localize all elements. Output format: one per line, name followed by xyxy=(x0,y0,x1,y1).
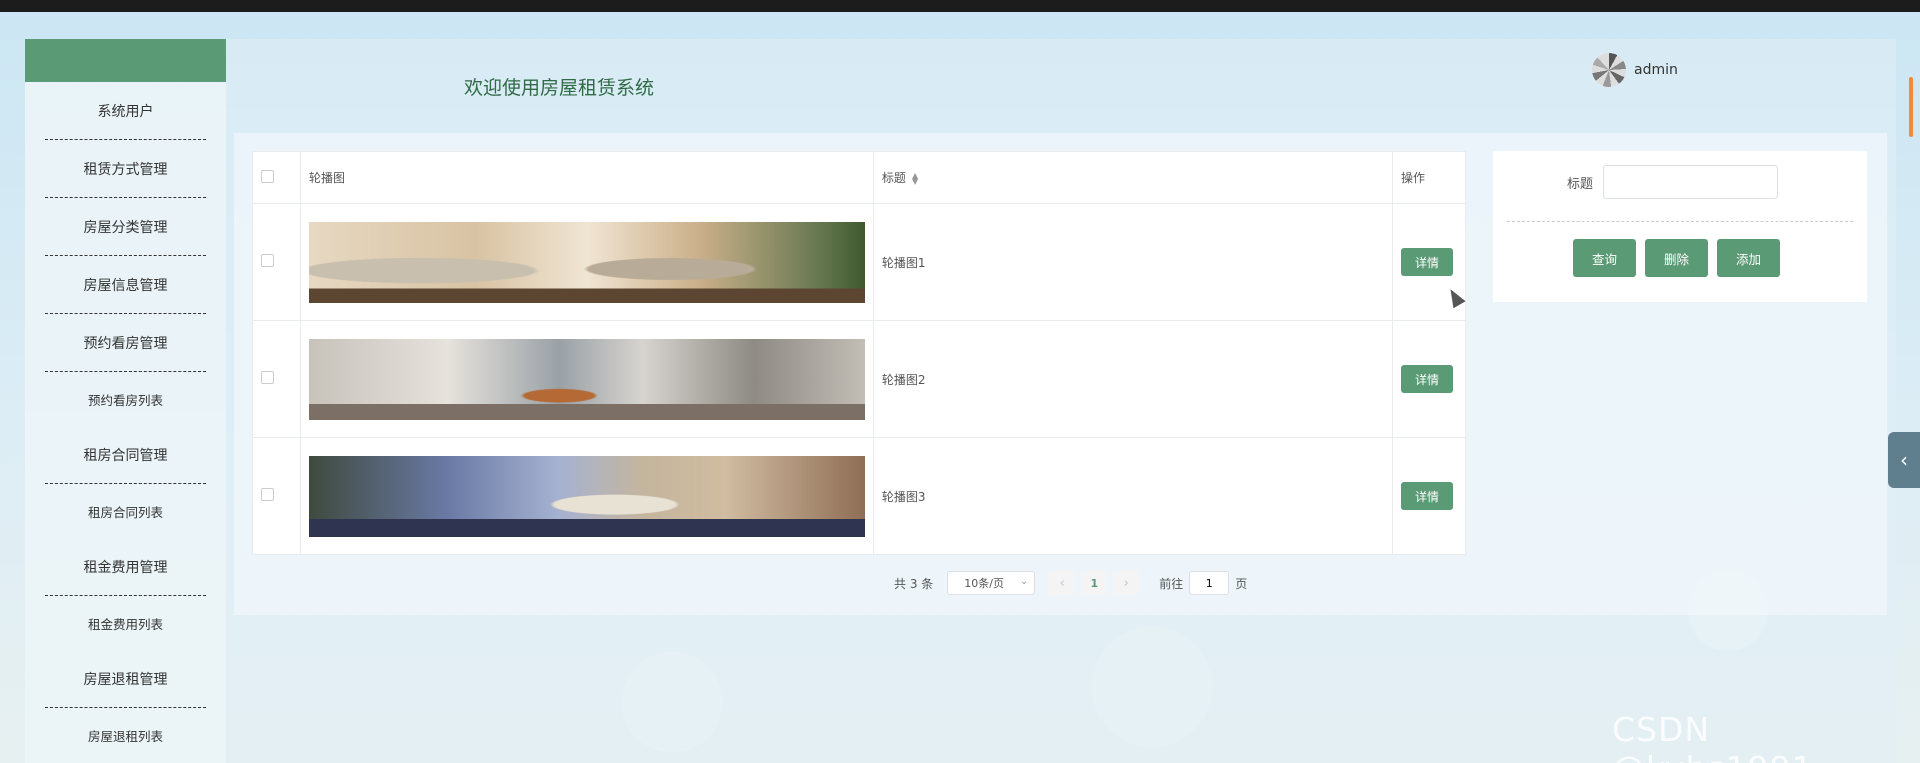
search-title-input[interactable] xyxy=(1603,165,1779,199)
search-panel: 标题 查询 删除 添加 xyxy=(1493,151,1867,302)
sidebar-header xyxy=(25,39,226,82)
content-panel: 轮播图 标题 ▲ ▼ 操作 轮播图1 详情 轮播图2 详情 轮播图3 详情 共 … xyxy=(234,133,1887,615)
table-row: 轮播图3 详情 xyxy=(252,437,1466,555)
sidebar-menu: 系统用户 租赁方式管理 房屋分类管理 房屋信息管理 预约看房管理 预约看房列表 … xyxy=(25,82,226,762)
collapse-panel-button[interactable]: ‹ xyxy=(1888,432,1920,488)
column-header-title-label: 标题 xyxy=(881,171,906,185)
select-all-checkbox[interactable] xyxy=(261,169,274,183)
row-checkbox-cell xyxy=(252,437,301,555)
row-op-cell: 详情 xyxy=(1392,437,1466,555)
goto-prefix: 前往 xyxy=(1159,576,1184,591)
sidebar-item-house-info[interactable]: 房屋信息管理 xyxy=(45,256,206,314)
sidebar-item-viewing-appointment[interactable]: 预约看房管理 xyxy=(45,314,206,372)
sidebar-subitem-viewing-list[interactable]: 预约看房列表 xyxy=(45,372,206,426)
column-header-op: 操作 xyxy=(1392,151,1466,204)
sidebar-subitem-checkout-list[interactable]: 房屋退租列表 xyxy=(45,708,206,762)
row-title: 轮播图2 xyxy=(872,320,1394,438)
banner-table: 轮播图 标题 ▲ ▼ 操作 轮播图1 详情 轮播图2 详情 轮播图3 详情 xyxy=(252,151,1466,555)
avatar[interactable] xyxy=(1592,53,1626,87)
chevron-down-icon: ⌄ xyxy=(1019,576,1029,587)
detail-button[interactable]: 详情 xyxy=(1401,248,1453,276)
add-button[interactable]: 添加 xyxy=(1717,239,1780,277)
sidebar: 系统用户 租赁方式管理 房屋分类管理 房屋信息管理 预约看房管理 预约看房列表 … xyxy=(25,39,226,763)
prev-page-button[interactable]: ‹ xyxy=(1049,571,1076,595)
page-number-current[interactable]: 1 xyxy=(1081,571,1108,595)
detail-button[interactable]: 详情 xyxy=(1401,365,1453,393)
pagination-total: 共 3 条 xyxy=(894,576,934,591)
sidebar-item-system-users[interactable]: 系统用户 xyxy=(45,82,206,140)
row-title: 轮播图1 xyxy=(872,203,1394,321)
query-button[interactable]: 查询 xyxy=(1573,239,1636,277)
column-header-title[interactable]: 标题 ▲ ▼ xyxy=(872,151,1394,204)
row-checkbox[interactable] xyxy=(261,254,274,267)
row-checkbox-cell xyxy=(252,203,301,321)
page-size-value: 10条/页 xyxy=(964,577,1004,590)
watermark: CSDN @kybs1991 xyxy=(1612,710,1813,763)
sidebar-subitem-contract-list[interactable]: 租房合同列表 xyxy=(45,484,206,538)
sort-icon[interactable]: ▲ ▼ xyxy=(912,171,918,185)
sidebar-item-rent-fee[interactable]: 租金费用管理 xyxy=(45,538,206,596)
row-checkbox[interactable] xyxy=(261,371,274,384)
row-title: 轮播图3 xyxy=(872,437,1394,555)
row-checkbox[interactable] xyxy=(261,488,274,501)
sidebar-item-contract[interactable]: 租房合同管理 xyxy=(45,426,206,484)
goto-page-input[interactable] xyxy=(1189,571,1230,595)
banner-image xyxy=(308,338,865,420)
header-checkbox-cell xyxy=(252,151,301,204)
sidebar-subitem-rent-fee-list[interactable]: 租金费用列表 xyxy=(45,596,206,650)
table-row: 轮播图1 详情 xyxy=(252,203,1466,321)
delete-button[interactable]: 删除 xyxy=(1645,239,1708,277)
row-image-cell xyxy=(299,203,874,321)
next-page-button[interactable]: › xyxy=(1113,571,1140,595)
scrollbar-thumb[interactable] xyxy=(1909,77,1913,137)
detail-button[interactable]: 详情 xyxy=(1401,482,1453,510)
sidebar-item-house-category[interactable]: 房屋分类管理 xyxy=(45,198,206,256)
column-header-image: 轮播图 xyxy=(299,151,874,204)
username: admin xyxy=(1634,62,1678,78)
search-label: 标题 xyxy=(1567,176,1594,192)
main-area: 欢迎使用房屋租赁系统 admin 轮播图 标题 ▲ ▼ 操作 轮播图1 详情 轮… xyxy=(226,39,1896,763)
goto-page: 前往 页 xyxy=(1159,571,1247,595)
table-header-row: 轮播图 标题 ▲ ▼ 操作 xyxy=(252,151,1466,204)
row-image-cell xyxy=(299,320,874,438)
divider xyxy=(1507,221,1853,222)
page-size-select[interactable]: 10条/页 ⌄ xyxy=(947,571,1036,595)
table-row: 轮播图2 详情 xyxy=(252,320,1466,438)
banner-image xyxy=(308,455,865,537)
window-top-bar xyxy=(0,0,1920,12)
sidebar-item-checkout[interactable]: 房屋退租管理 xyxy=(45,650,206,708)
row-checkbox-cell xyxy=(252,320,301,438)
user-info[interactable]: admin xyxy=(1592,53,1678,87)
banner-image xyxy=(308,221,865,303)
row-image-cell xyxy=(299,437,874,555)
chevron-left-icon: ‹ xyxy=(1900,448,1908,472)
page-title: 欢迎使用房屋租赁系统 xyxy=(464,77,655,99)
search-row: 标题 xyxy=(1567,165,1779,199)
pagination: 共 3 条 10条/页 ⌄ ‹ 1 › 前往 页 xyxy=(894,571,1247,595)
sidebar-item-lease-type[interactable]: 租赁方式管理 xyxy=(45,140,206,198)
goto-suffix: 页 xyxy=(1235,576,1248,591)
row-op-cell: 详情 xyxy=(1392,320,1466,438)
search-buttons: 查询 删除 添加 xyxy=(1573,239,1780,277)
